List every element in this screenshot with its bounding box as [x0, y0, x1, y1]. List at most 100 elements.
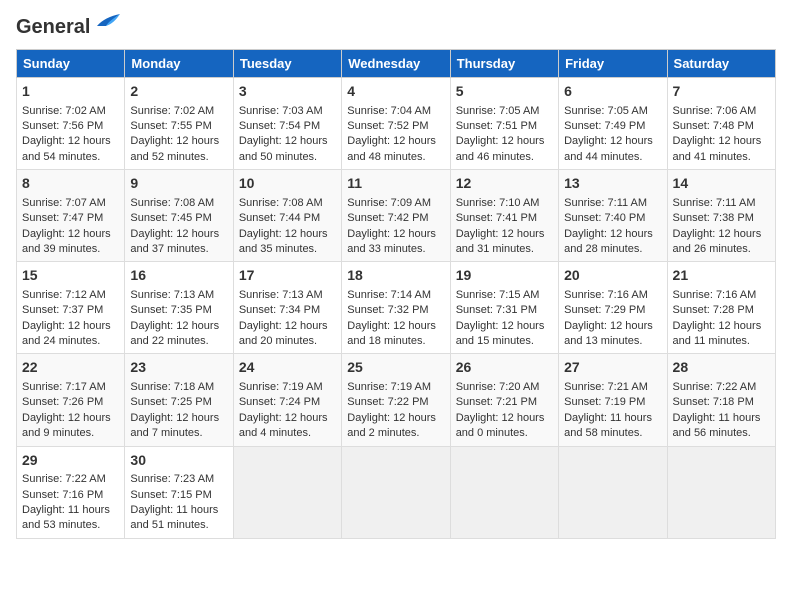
day-info: Sunset: 7:34 PM — [239, 303, 336, 318]
col-header-friday: Friday — [559, 50, 667, 78]
calendar-cell: 30Sunrise: 7:23 AMSunset: 7:15 PMDayligh… — [125, 446, 233, 538]
day-info: Daylight: 12 hours — [347, 134, 444, 149]
day-info: and 52 minutes. — [130, 150, 227, 165]
calendar-cell: 17Sunrise: 7:13 AMSunset: 7:34 PMDayligh… — [233, 262, 341, 354]
day-info: Sunset: 7:19 PM — [564, 395, 661, 410]
day-number: 10 — [239, 174, 336, 194]
calendar-cell: 2Sunrise: 7:02 AMSunset: 7:55 PMDaylight… — [125, 78, 233, 170]
day-info: Sunrise: 7:09 AM — [347, 196, 444, 211]
day-info: Sunrise: 7:20 AM — [456, 380, 553, 395]
day-info: Daylight: 12 hours — [22, 411, 119, 426]
day-info: Daylight: 12 hours — [564, 227, 661, 242]
day-info: Sunset: 7:56 PM — [22, 119, 119, 134]
day-info: Daylight: 12 hours — [130, 411, 227, 426]
day-number: 5 — [456, 82, 553, 102]
day-number: 3 — [239, 82, 336, 102]
day-info: Sunset: 7:22 PM — [347, 395, 444, 410]
day-number: 28 — [673, 358, 770, 378]
logo-bird-icon — [92, 12, 122, 30]
day-info: Sunset: 7:38 PM — [673, 211, 770, 226]
day-info: and 7 minutes. — [130, 426, 227, 441]
day-info: and 22 minutes. — [130, 334, 227, 349]
day-number: 27 — [564, 358, 661, 378]
day-number: 9 — [130, 174, 227, 194]
day-info: Sunrise: 7:11 AM — [673, 196, 770, 211]
day-info: and 0 minutes. — [456, 426, 553, 441]
day-number: 24 — [239, 358, 336, 378]
day-info: Sunrise: 7:02 AM — [130, 104, 227, 119]
day-number: 4 — [347, 82, 444, 102]
day-number: 7 — [673, 82, 770, 102]
day-info: and 46 minutes. — [456, 150, 553, 165]
day-number: 11 — [347, 174, 444, 194]
day-number: 14 — [673, 174, 770, 194]
day-info: and 51 minutes. — [130, 518, 227, 533]
day-info: Sunrise: 7:18 AM — [130, 380, 227, 395]
calendar-cell: 18Sunrise: 7:14 AMSunset: 7:32 PMDayligh… — [342, 262, 450, 354]
day-info: Sunrise: 7:16 AM — [564, 288, 661, 303]
day-info: Sunset: 7:32 PM — [347, 303, 444, 318]
day-info: and 53 minutes. — [22, 518, 119, 533]
day-number: 12 — [456, 174, 553, 194]
calendar-cell: 13Sunrise: 7:11 AMSunset: 7:40 PMDayligh… — [559, 170, 667, 262]
day-info: Daylight: 12 hours — [130, 319, 227, 334]
day-number: 6 — [564, 82, 661, 102]
day-info: and 11 minutes. — [673, 334, 770, 349]
day-number: 16 — [130, 266, 227, 286]
day-info: and 37 minutes. — [130, 242, 227, 257]
day-info: and 39 minutes. — [22, 242, 119, 257]
day-info: Daylight: 11 hours — [22, 503, 119, 518]
calendar-cell: 3Sunrise: 7:03 AMSunset: 7:54 PMDaylight… — [233, 78, 341, 170]
day-info: Sunrise: 7:10 AM — [456, 196, 553, 211]
day-info: Daylight: 12 hours — [130, 134, 227, 149]
day-info: Sunset: 7:28 PM — [673, 303, 770, 318]
day-info: and 24 minutes. — [22, 334, 119, 349]
day-info: Sunrise: 7:22 AM — [22, 472, 119, 487]
day-info: and 15 minutes. — [456, 334, 553, 349]
day-info: Sunrise: 7:16 AM — [673, 288, 770, 303]
col-header-tuesday: Tuesday — [233, 50, 341, 78]
day-info: Sunset: 7:40 PM — [564, 211, 661, 226]
day-info: Daylight: 12 hours — [239, 319, 336, 334]
day-number: 2 — [130, 82, 227, 102]
calendar-cell: 24Sunrise: 7:19 AMSunset: 7:24 PMDayligh… — [233, 354, 341, 446]
calendar-cell: 11Sunrise: 7:09 AMSunset: 7:42 PMDayligh… — [342, 170, 450, 262]
day-info: Sunset: 7:21 PM — [456, 395, 553, 410]
day-info: Daylight: 12 hours — [456, 134, 553, 149]
day-info: Sunrise: 7:23 AM — [130, 472, 227, 487]
logo-general: General — [16, 16, 90, 38]
calendar-cell: 15Sunrise: 7:12 AMSunset: 7:37 PMDayligh… — [17, 262, 125, 354]
day-info: Daylight: 12 hours — [456, 227, 553, 242]
day-number: 23 — [130, 358, 227, 378]
day-info: Sunset: 7:51 PM — [456, 119, 553, 134]
calendar-cell: 27Sunrise: 7:21 AMSunset: 7:19 PMDayligh… — [559, 354, 667, 446]
calendar-cell — [667, 446, 775, 538]
day-info: and 41 minutes. — [673, 150, 770, 165]
day-info: Sunrise: 7:14 AM — [347, 288, 444, 303]
day-info: Daylight: 12 hours — [456, 411, 553, 426]
day-info: Sunrise: 7:19 AM — [239, 380, 336, 395]
day-info: Sunrise: 7:15 AM — [456, 288, 553, 303]
day-info: Sunset: 7:26 PM — [22, 395, 119, 410]
day-info: Sunset: 7:18 PM — [673, 395, 770, 410]
day-info: Sunset: 7:42 PM — [347, 211, 444, 226]
day-info: Sunset: 7:35 PM — [130, 303, 227, 318]
day-info: and 4 minutes. — [239, 426, 336, 441]
calendar-cell: 12Sunrise: 7:10 AMSunset: 7:41 PMDayligh… — [450, 170, 558, 262]
day-number: 20 — [564, 266, 661, 286]
day-info: and 20 minutes. — [239, 334, 336, 349]
day-number: 13 — [564, 174, 661, 194]
day-info: Sunset: 7:52 PM — [347, 119, 444, 134]
day-number: 21 — [673, 266, 770, 286]
day-number: 1 — [22, 82, 119, 102]
calendar-cell: 22Sunrise: 7:17 AMSunset: 7:26 PMDayligh… — [17, 354, 125, 446]
day-info: Sunrise: 7:22 AM — [673, 380, 770, 395]
calendar-cell: 8Sunrise: 7:07 AMSunset: 7:47 PMDaylight… — [17, 170, 125, 262]
day-info: and 58 minutes. — [564, 426, 661, 441]
col-header-saturday: Saturday — [667, 50, 775, 78]
day-info: and 2 minutes. — [347, 426, 444, 441]
day-info: Sunrise: 7:12 AM — [22, 288, 119, 303]
day-info: Sunset: 7:37 PM — [22, 303, 119, 318]
calendar-cell — [450, 446, 558, 538]
day-info: Sunset: 7:24 PM — [239, 395, 336, 410]
